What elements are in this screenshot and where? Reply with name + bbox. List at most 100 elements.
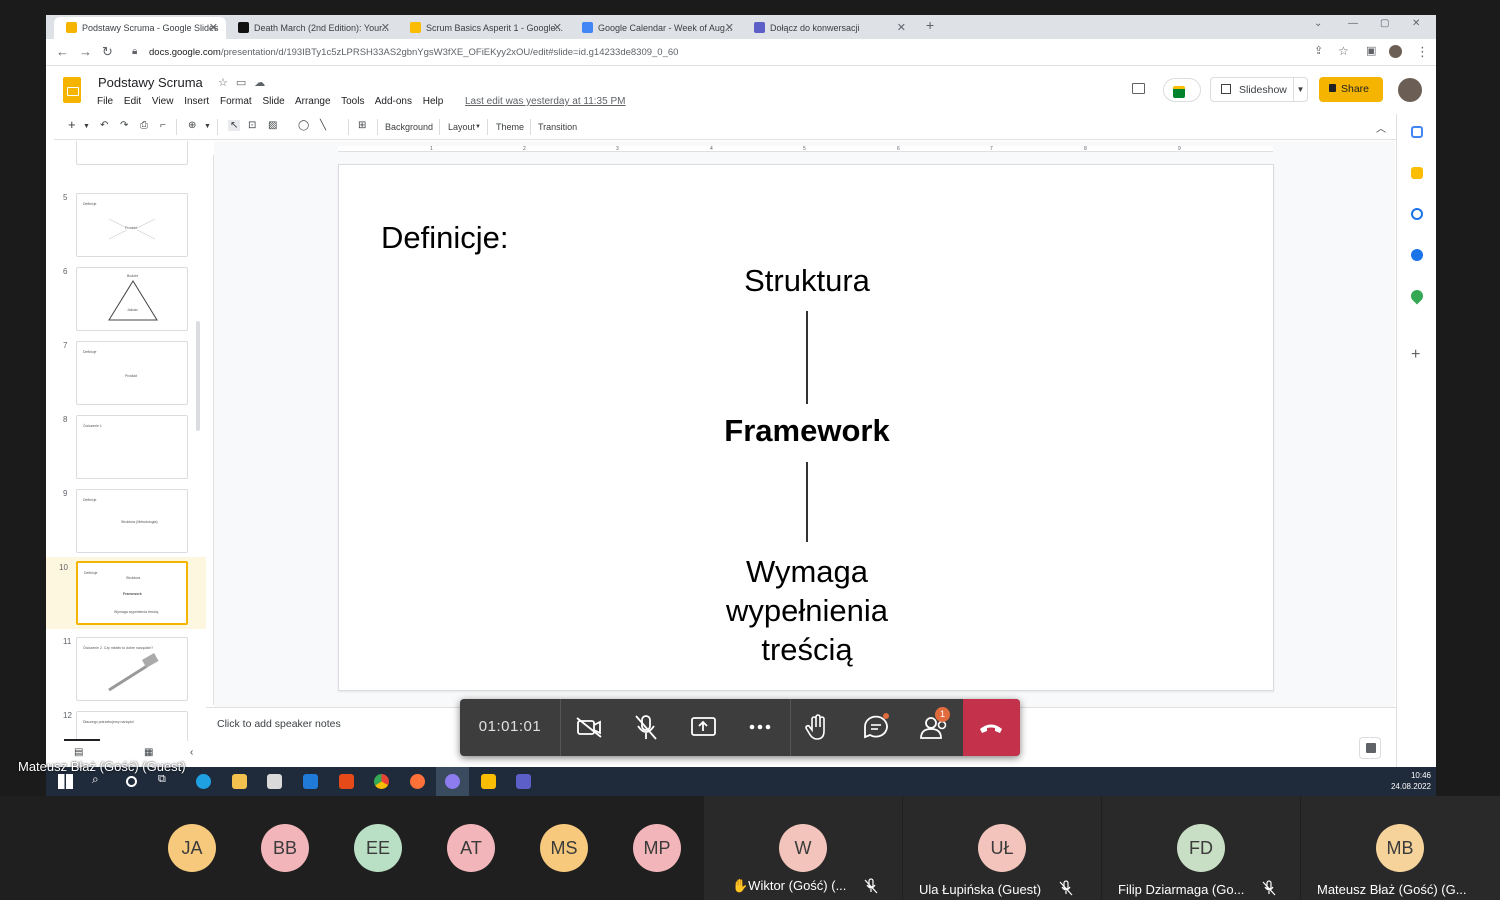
share-screen-button[interactable] bbox=[675, 699, 732, 756]
slide-thumbnail-selected[interactable]: Definicje Struktura Framework Wymaga wyp… bbox=[76, 561, 188, 625]
edge-icon[interactable] bbox=[196, 774, 211, 789]
participant-tile[interactable]: FD Filip Dziarmaga (Go... bbox=[1102, 796, 1300, 900]
collapse-toolbar-icon[interactable]: ︿ bbox=[1376, 120, 1386, 135]
tab-scrum-basics[interactable]: Scrum Basics Asperit 1 - Google... ✕ bbox=[398, 17, 570, 39]
profile-avatar[interactable] bbox=[1389, 45, 1402, 58]
participant-avatar[interactable]: MS bbox=[540, 824, 588, 872]
chat-button[interactable] bbox=[848, 699, 905, 756]
forward-icon[interactable]: → bbox=[79, 44, 92, 59]
slide-thumbnail[interactable]: Budżet Jakość bbox=[76, 267, 188, 331]
close-tab-icon[interactable]: ✕ bbox=[897, 21, 906, 34]
layout-button[interactable]: Layout bbox=[448, 122, 475, 132]
zoom-dropdown-icon[interactable]: ▼ bbox=[204, 123, 211, 130]
maximize-icon[interactable]: ▢ bbox=[1380, 18, 1389, 29]
document-title[interactable]: Podstawy Scruma bbox=[98, 75, 203, 90]
keep-icon[interactable] bbox=[1411, 167, 1423, 179]
chrome-menu-icon[interactable]: ⋮ bbox=[1416, 44, 1429, 60]
new-slide-dropdown-icon[interactable]: ▼ bbox=[83, 123, 90, 130]
move-folder-icon[interactable]: ▭ bbox=[236, 77, 254, 89]
current-slide[interactable]: Definicje: Struktura Framework Wymaga wy… bbox=[338, 164, 1274, 691]
url-field[interactable]: docs.google.com/presentation/d/193IBTy1c… bbox=[149, 47, 678, 58]
theme-button[interactable]: Theme bbox=[496, 122, 524, 132]
comment-history-icon[interactable] bbox=[1132, 83, 1145, 94]
slides-taskbar-icon[interactable] bbox=[481, 774, 496, 789]
windows-start-icon[interactable] bbox=[58, 774, 73, 789]
menu-view[interactable]: View bbox=[152, 96, 174, 107]
layout-dropdown-icon[interactable]: ▼ bbox=[475, 124, 481, 130]
firefox-icon[interactable] bbox=[410, 774, 425, 789]
close-tab-icon[interactable]: ✕ bbox=[725, 21, 734, 34]
print-icon[interactable]: ⎙ bbox=[140, 120, 148, 131]
teams-taskbar-icon[interactable] bbox=[516, 774, 531, 789]
new-tab-icon[interactable]: + bbox=[926, 17, 934, 33]
filmstrip-scrollbar[interactable] bbox=[196, 321, 200, 431]
new-slide-icon[interactable]: + bbox=[68, 117, 76, 132]
last-edit-link[interactable]: Last edit was yesterday at 11:35 PM bbox=[465, 96, 625, 107]
slide-thumbnail[interactable]: Ćwiczenie 2. Czy młotek to dobre narzędz… bbox=[76, 637, 188, 701]
slideshow-dropdown-icon[interactable]: ▼ bbox=[1293, 78, 1307, 101]
redo-icon[interactable]: ↷ bbox=[120, 120, 128, 131]
participant-avatar[interactable]: AT bbox=[447, 824, 495, 872]
participant-tile[interactable]: UŁ Ula Łupińska (Guest) bbox=[903, 796, 1101, 900]
slide-thumbnail[interactable]: Definicje Produkt bbox=[76, 193, 188, 257]
chrome-icon[interactable] bbox=[374, 774, 389, 789]
account-avatar[interactable] bbox=[1398, 78, 1422, 102]
line-icon[interactable]: ╲ bbox=[320, 120, 326, 131]
image-icon[interactable]: ▨ bbox=[268, 120, 277, 131]
task-view-icon[interactable]: ⧉ bbox=[158, 773, 173, 788]
select-tool-icon[interactable]: ↖ bbox=[228, 120, 241, 131]
tab-teams[interactable]: Dołącz do konwersacji ✕ bbox=[742, 17, 914, 39]
participant-avatar[interactable]: JA bbox=[168, 824, 216, 872]
tab-google-slides[interactable]: Podstawy Scruma - Google Slides ✕ bbox=[54, 17, 226, 39]
share-button[interactable]: Share bbox=[1319, 77, 1383, 102]
slide-thumbnail[interactable]: Ćwiczenie 1 bbox=[76, 415, 188, 479]
contacts-icon[interactable] bbox=[1411, 249, 1423, 261]
maps-icon[interactable] bbox=[1408, 287, 1426, 305]
menu-tools[interactable]: Tools bbox=[341, 96, 364, 107]
close-tab-icon[interactable]: ✕ bbox=[553, 21, 562, 34]
menu-edit[interactable]: Edit bbox=[124, 96, 141, 107]
comment-add-icon[interactable]: ⊞ bbox=[358, 120, 366, 131]
participant-avatar[interactable]: EE bbox=[354, 824, 402, 872]
close-tab-icon[interactable]: ✕ bbox=[381, 21, 390, 34]
cortana-icon[interactable] bbox=[126, 776, 137, 787]
collapse-filmstrip-icon[interactable]: ‹ bbox=[190, 747, 193, 758]
hang-up-button[interactable] bbox=[963, 699, 1020, 756]
transition-button[interactable]: Transition bbox=[538, 122, 577, 132]
system-clock[interactable]: 10:46 24.08.2022 bbox=[1391, 770, 1431, 792]
menu-format[interactable]: Format bbox=[220, 96, 252, 107]
office-icon[interactable] bbox=[339, 774, 354, 789]
close-tab-icon[interactable]: ✕ bbox=[209, 21, 218, 34]
participant-avatar[interactable]: MP bbox=[633, 824, 681, 872]
text-box-icon[interactable]: ⊡ bbox=[248, 120, 256, 131]
tab-search-icon[interactable]: ⌄ bbox=[1314, 18, 1322, 29]
more-actions-button[interactable] bbox=[732, 699, 789, 756]
slide-thumbnail[interactable]: Definicje Struktura (Metodologia) bbox=[76, 489, 188, 553]
explore-icon[interactable] bbox=[1359, 737, 1381, 759]
add-addon-icon[interactable]: + bbox=[1411, 346, 1420, 364]
menu-addons[interactable]: Add-ons bbox=[375, 96, 412, 107]
participant-tile[interactable]: W ✋Wiktor (Gość) (... bbox=[704, 796, 902, 900]
mic-toggle-button[interactable] bbox=[618, 699, 675, 756]
zoom-icon[interactable]: ⊕ bbox=[188, 120, 196, 131]
slideshow-button[interactable]: Slideshow ▼ bbox=[1210, 77, 1308, 102]
close-window-icon[interactable]: ✕ bbox=[1412, 18, 1420, 29]
filmstrip-view-icon[interactable]: ▤ bbox=[74, 747, 83, 758]
calendar-icon[interactable] bbox=[1411, 126, 1423, 138]
menu-arrange[interactable]: Arrange bbox=[295, 96, 331, 107]
slide-thumbnail[interactable]: Definicje Produkt bbox=[76, 341, 188, 405]
bookmark-star-icon[interactable]: ☆ bbox=[1338, 44, 1349, 58]
menu-file[interactable]: File bbox=[97, 96, 113, 107]
tab-death-march[interactable]: Death March (2nd Edition): Your... ✕ bbox=[226, 17, 398, 39]
tasks-icon[interactable] bbox=[1411, 208, 1423, 220]
slide-thumbnail[interactable]: Dlaczego potrzebujemy narzędzi bbox=[76, 711, 188, 741]
slides-logo-icon[interactable] bbox=[63, 77, 81, 103]
menu-insert[interactable]: Insert bbox=[184, 96, 209, 107]
camera-toggle-button[interactable] bbox=[560, 699, 617, 756]
store-icon[interactable] bbox=[267, 774, 282, 789]
participant-tile[interactable]: MB Mateusz Błaż (Gość) (G... bbox=[1301, 796, 1500, 900]
minimize-icon[interactable]: — bbox=[1348, 18, 1358, 29]
participant-avatar[interactable]: BB bbox=[261, 824, 309, 872]
meet-button[interactable] bbox=[1163, 78, 1201, 102]
search-icon[interactable]: ⌕ bbox=[92, 772, 107, 787]
